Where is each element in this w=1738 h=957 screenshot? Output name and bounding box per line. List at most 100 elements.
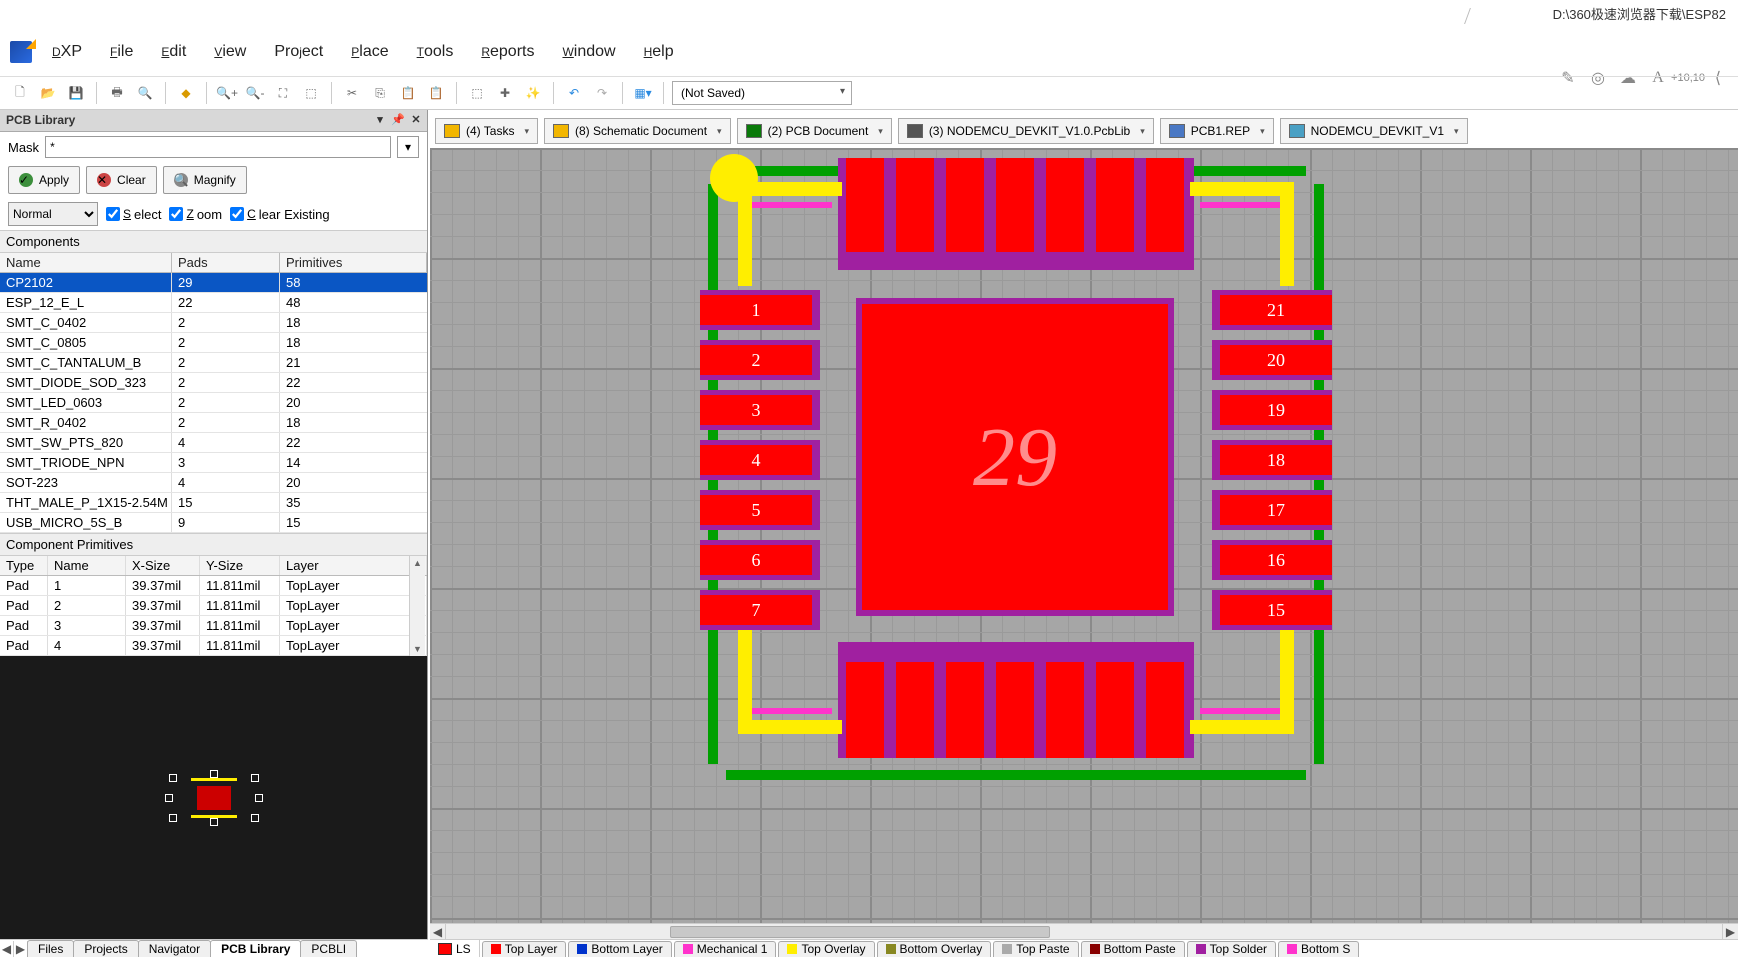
apply-button[interactable]: ✓Apply [8, 166, 80, 194]
tab-pcb-library[interactable]: PCB Library [210, 940, 301, 957]
col-pads[interactable]: Pads [172, 253, 280, 272]
zoom-in-icon[interactable]: 🔍+ [215, 81, 239, 105]
component-row[interactable]: SMT_TRIODE_NPN314 [0, 453, 427, 473]
preview-icon[interactable]: 🔍 [133, 81, 157, 105]
component-row[interactable]: ESP_12_E_L2248 [0, 293, 427, 313]
footprint-preview[interactable] [0, 656, 427, 939]
select-checkbox[interactable]: Select [106, 207, 161, 222]
layer-tab[interactable]: Bottom Layer [568, 941, 671, 957]
menu-edit[interactable]: Edit [147, 37, 200, 67]
tab-pcbli[interactable]: PCBLI [300, 940, 357, 957]
paste-multi-icon[interactable]: 📋 [424, 81, 448, 105]
menu-projects[interactable]: Project [260, 37, 337, 67]
primitive-row[interactable]: Pad439.37mil11.811milTopLayer [0, 636, 427, 656]
pcol-x[interactable]: X-Size [126, 556, 200, 575]
component-row[interactable]: SMT_C_0402218 [0, 313, 427, 333]
layer-tab[interactable]: Top Solder [1187, 941, 1276, 957]
clear-button[interactable]: ✕Clear [86, 166, 157, 194]
menu-reports[interactable]: Reports [467, 37, 548, 67]
pcol-y[interactable]: Y-Size [200, 556, 280, 575]
pad[interactable]: 21 [1220, 295, 1332, 325]
new-icon[interactable]: 🗋 [8, 81, 32, 105]
layers-icon[interactable]: ◆ [174, 81, 198, 105]
scroll-left-icon[interactable]: ◀ [430, 924, 446, 940]
primitive-row[interactable]: Pad239.37mil11.811milTopLayer [0, 596, 427, 616]
menu-place[interactable]: Place [337, 37, 402, 67]
print-icon[interactable]: 🖶 [105, 81, 129, 105]
layer-tab[interactable]: Top Paste [993, 941, 1078, 957]
pad[interactable]: 18 [1220, 445, 1332, 475]
document-tab[interactable]: (3) NODEMCU_DEVKIT_V1.0.PcbLib▾ [898, 118, 1154, 144]
pad[interactable]: 19 [1220, 395, 1332, 425]
layer-tab[interactable]: Bottom Overlay [877, 941, 992, 957]
pcol-layer[interactable]: Layer [280, 556, 427, 575]
paste-icon[interactable]: 📋 [396, 81, 420, 105]
mask-input[interactable] [45, 136, 391, 158]
canvas-h-scrollbar[interactable]: ◀ ▶ [430, 923, 1738, 939]
menu-dxp[interactable]: DXP [38, 37, 96, 67]
layer-tab[interactable]: Mechanical 1 [674, 941, 777, 957]
component-row[interactable]: SMT_LED_0603220 [0, 393, 427, 413]
open-icon[interactable]: 📂 [36, 81, 60, 105]
deselect-icon[interactable]: ✨ [521, 81, 545, 105]
pad[interactable]: 3 [700, 395, 812, 425]
component-row[interactable]: SMT_SW_PTS_820422 [0, 433, 427, 453]
menu-help[interactable]: Help [630, 37, 688, 67]
pad[interactable]: 6 [700, 545, 812, 575]
zoom-area-icon[interactable]: ⬚ [299, 81, 323, 105]
dxp-logo-icon[interactable] [10, 41, 32, 63]
footprint[interactable]: 12345672120191817161529 [700, 158, 1332, 790]
snap-combo[interactable]: (Not Saved) [672, 81, 852, 105]
mask-dropdown[interactable]: ▾ [397, 136, 419, 158]
col-primitives[interactable]: Primitives [280, 253, 427, 272]
copy-icon[interactable]: ⎘ [368, 81, 392, 105]
grid-icon[interactable]: ▦▾ [631, 81, 655, 105]
menu-view[interactable]: View [200, 37, 260, 67]
primitives-scrollbar[interactable] [409, 556, 425, 656]
pcol-name[interactable]: Name [48, 556, 126, 575]
document-tab[interactable]: (8) Schematic Document▾ [544, 118, 731, 144]
pad[interactable]: 16 [1220, 545, 1332, 575]
pcb-canvas[interactable]: 12345672120191817161529 [430, 148, 1738, 939]
component-row[interactable]: SMT_R_0402218 [0, 413, 427, 433]
primitive-row[interactable]: Pad339.37mil11.811milTopLayer [0, 616, 427, 636]
tab-navigator[interactable]: Navigator [138, 940, 211, 957]
mode-select[interactable]: Normal [8, 202, 98, 226]
pad[interactable]: 17 [1220, 495, 1332, 525]
tab-projects[interactable]: Projects [73, 940, 138, 957]
primitive-row[interactable]: Pad139.37mil11.811milTopLayer [0, 576, 427, 596]
zoom-fit-icon[interactable]: ⛶ [271, 81, 295, 105]
component-row[interactable]: SMT_DIODE_SOD_323222 [0, 373, 427, 393]
pad[interactable]: 7 [700, 595, 812, 625]
component-row[interactable]: USB_MICRO_5S_B915 [0, 513, 427, 533]
document-tab[interactable]: (4) Tasks▾ [435, 118, 538, 144]
document-tab[interactable]: PCB1.REP▾ [1160, 118, 1274, 144]
pcol-type[interactable]: Type [0, 556, 48, 575]
tabs-left-icon[interactable]: ◀ [0, 941, 14, 957]
layer-tab[interactable]: Top Layer [482, 941, 567, 957]
pad[interactable]: 15 [1220, 595, 1332, 625]
pad[interactable]: 2 [700, 345, 812, 375]
tab-files[interactable]: Files [27, 940, 74, 957]
document-tab[interactable]: NODEMCU_DEVKIT_V1▾ [1280, 118, 1468, 144]
panel-close-icon[interactable]: ✕ [409, 112, 423, 126]
layer-tab[interactable]: Top Overlay [778, 941, 874, 957]
save-icon[interactable]: 💾 [64, 81, 88, 105]
pad[interactable]: 20 [1220, 345, 1332, 375]
pad[interactable]: 4 [700, 445, 812, 475]
move-icon[interactable]: ✚ [493, 81, 517, 105]
panel-pin-icon[interactable]: 📌 [391, 112, 405, 126]
center-pad[interactable]: 29 [856, 298, 1174, 616]
panel-dropdown-icon[interactable]: ▾ [373, 112, 387, 126]
scroll-thumb[interactable] [670, 926, 1050, 938]
undo-icon[interactable]: ↶ [562, 81, 586, 105]
redo-icon[interactable]: ↷ [590, 81, 614, 105]
layer-set-button[interactable]: LS [430, 940, 480, 957]
pad[interactable]: 5 [700, 495, 812, 525]
primitives-table[interactable]: Type Name X-Size Y-Size Layer Pad139.37m… [0, 556, 427, 656]
cut-icon[interactable]: ✂ [340, 81, 364, 105]
scroll-right-icon[interactable]: ▶ [1722, 924, 1738, 940]
zoom-out-icon[interactable]: 🔍- [243, 81, 267, 105]
magnify-button[interactable]: 🔍Magnify [163, 166, 247, 194]
layer-tab[interactable]: Bottom Paste [1081, 941, 1185, 957]
